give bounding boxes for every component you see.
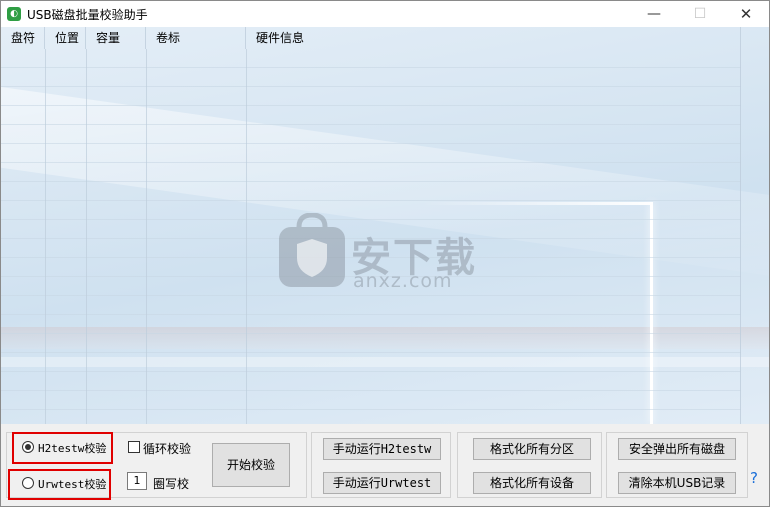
column-volume-label[interactable]: 卷标 <box>146 27 246 49</box>
column-drive-letter[interactable]: 盘符 <box>1 27 45 49</box>
h2testw-radio-label[interactable]: H2testw校验 <box>38 440 106 456</box>
rewrite-count-input[interactable]: 1 <box>127 472 147 490</box>
rewrite-count-label: 圈写校 <box>153 477 190 491</box>
clear-usb-records-button[interactable]: 清除本机USB记录 <box>618 472 736 494</box>
help-icon[interactable]: ? <box>750 469 758 487</box>
column-hardware-info[interactable]: 硬件信息 <box>246 27 740 49</box>
loop-check-label[interactable]: 循环校验 <box>143 440 191 457</box>
maximize-button[interactable]: ☐ <box>677 1 723 27</box>
disk-list[interactable]: 盘符 位置 容量 卷标 硬件信息 安下载 anxz.com <box>1 27 769 424</box>
column-divider <box>86 49 87 424</box>
column-divider <box>740 27 741 424</box>
watermark-subtext: anxz.com <box>353 270 453 292</box>
format-devices-button[interactable]: 格式化所有设备 <box>473 472 591 494</box>
list-header: 盘符 位置 容量 卷标 硬件信息 <box>1 27 741 49</box>
title-bar[interactable]: ◐ USB磁盘批量校验助手 — ☐ ✕ <box>1 1 769 27</box>
manual-urwtest-button[interactable]: 手动运行Urwtest <box>323 472 441 494</box>
window-title: USB磁盘批量校验助手 <box>27 8 148 22</box>
app-shield-icon: ◐ <box>7 7 21 21</box>
column-divider <box>146 49 147 424</box>
urwtest-radio-label[interactable]: Urwtest校验 <box>38 476 106 492</box>
eject-all-button[interactable]: 安全弹出所有磁盘 <box>618 438 736 460</box>
start-verify-button[interactable]: 开始校验 <box>212 443 290 487</box>
loop-check-checkbox[interactable] <box>128 441 140 453</box>
format-partitions-button[interactable]: 格式化所有分区 <box>473 438 591 460</box>
minimize-button[interactable]: — <box>631 1 677 27</box>
column-location[interactable]: 位置 <box>45 27 86 49</box>
h2testw-radio[interactable] <box>22 441 34 453</box>
column-capacity[interactable]: 容量 <box>86 27 146 49</box>
close-button[interactable]: ✕ <box>723 1 769 27</box>
urwtest-radio[interactable] <box>22 477 34 489</box>
column-divider <box>45 49 46 424</box>
watermark-bag-icon <box>279 213 345 287</box>
column-divider <box>246 49 247 424</box>
main-window: ◐ USB磁盘批量校验助手 — ☐ ✕ 盘符 位置 容量 卷标 硬件信息 安下载 <box>0 0 770 507</box>
control-panel: H2testw校验 Urwtest校验 循环校验 1 圈写校 开始校验 手动运行… <box>1 424 769 506</box>
manual-h2testw-button[interactable]: 手动运行H2testw <box>323 438 441 460</box>
